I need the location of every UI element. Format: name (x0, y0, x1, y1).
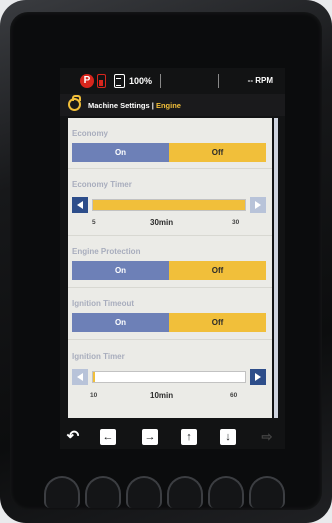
hardware-key-4[interactable] (167, 476, 203, 508)
arrow-left-icon (77, 201, 83, 209)
back-icon[interactable]: ↶ (64, 428, 82, 446)
breadcrumb-current: Engine (155, 101, 181, 110)
economy-timer-value: 30min (150, 218, 174, 227)
arrow-left-icon (77, 373, 83, 381)
display-screen: P 100% -- RPM Machine Settings | Engine … (60, 68, 285, 425)
nav-right-button[interactable]: → (142, 429, 158, 445)
arrow-right-icon (255, 373, 261, 381)
ignition-timer-min: 10 (90, 392, 98, 399)
economy-timer-fill (93, 200, 245, 210)
economy-timer-increase-button[interactable] (250, 197, 266, 213)
economy-toggle: On Off (72, 143, 266, 162)
page-title: Machine Settings | Engine (88, 101, 181, 110)
hardware-key-6[interactable] (249, 476, 285, 508)
economy-timer-max: 30 (232, 219, 240, 226)
ignition-timer-value: 10min (150, 391, 174, 400)
hardware-keys (44, 476, 286, 516)
status-divider (160, 74, 161, 88)
hardware-key-5[interactable] (208, 476, 244, 508)
engine-icon (68, 95, 81, 111)
engine-protection-toggle: On Off (72, 261, 266, 280)
battery-percent: 100% (129, 76, 153, 86)
arrow-left-icon: ← (102, 431, 114, 443)
ignition-timer-increase-button[interactable] (250, 369, 266, 385)
economy-on-button[interactable]: On (72, 143, 169, 162)
status-bar: P 100% -- RPM (60, 68, 285, 94)
scrollbar[interactable] (274, 118, 278, 418)
setting-ignition-timer: Ignition Timer 10 10min 60 (68, 340, 272, 418)
hardware-key-1[interactable] (44, 476, 80, 508)
ignition-timeout-label: Ignition Timeout (72, 299, 135, 308)
ignition-timer-fill (93, 372, 96, 382)
rpm-readout: -- RPM (247, 76, 273, 85)
hardware-key-2[interactable] (85, 476, 121, 508)
ignition-timeout-on-button[interactable]: On (72, 313, 169, 332)
exit-icon[interactable]: ⇨ (258, 428, 276, 446)
ignition-timer-slider (72, 369, 266, 387)
arrow-right-icon (255, 201, 261, 209)
economy-timer-min: 5 (92, 219, 96, 226)
engine-protection-label: Engine Protection (72, 247, 141, 256)
engine-protection-on-button[interactable]: On (72, 261, 169, 280)
ignition-timer-track[interactable] (92, 371, 246, 383)
fuel-icon (97, 74, 106, 88)
setting-economy: Economy On Off (68, 118, 272, 169)
setting-economy-timer: Economy Timer 5 30min 30 (68, 169, 272, 236)
battery-icon (114, 74, 125, 88)
nav-up-button[interactable]: ↑ (181, 429, 197, 445)
ignition-timer-max: 60 (230, 392, 238, 399)
arrow-right-icon: → (144, 431, 156, 443)
arrow-down-icon: ↓ (225, 431, 231, 443)
hardware-key-3[interactable] (126, 476, 162, 508)
settings-list: Economy On Off Economy Timer 5 30min 30 … (68, 118, 272, 418)
ignition-timer-decrease-button[interactable] (72, 369, 88, 385)
nav-left-button[interactable]: ← (100, 429, 116, 445)
ignition-timer-label: Ignition Timer (72, 352, 125, 361)
setting-engine-protection: Engine Protection On Off (68, 236, 272, 288)
economy-timer-slider (72, 197, 266, 215)
economy-timer-track[interactable] (92, 199, 246, 211)
setting-ignition-timeout: Ignition Timeout On Off (68, 288, 272, 340)
ignition-timeout-off-button[interactable]: Off (169, 313, 266, 332)
nav-down-button[interactable]: ↓ (220, 429, 236, 445)
parking-brake-icon: P (80, 74, 94, 88)
economy-off-button[interactable]: Off (169, 143, 266, 162)
navigation-bar: ↶ ← → ↑ ↓ ⇨ (60, 425, 285, 449)
title-bar: Machine Settings | Engine (60, 94, 285, 116)
breadcrumb-parent: Machine Settings | (88, 101, 154, 110)
economy-timer-label: Economy Timer (72, 180, 132, 189)
ignition-timeout-toggle: On Off (72, 313, 266, 332)
engine-protection-off-button[interactable]: Off (169, 261, 266, 280)
economy-timer-decrease-button[interactable] (72, 197, 88, 213)
economy-label: Economy (72, 129, 109, 138)
status-divider (218, 74, 219, 88)
arrow-up-icon: ↑ (186, 431, 192, 443)
